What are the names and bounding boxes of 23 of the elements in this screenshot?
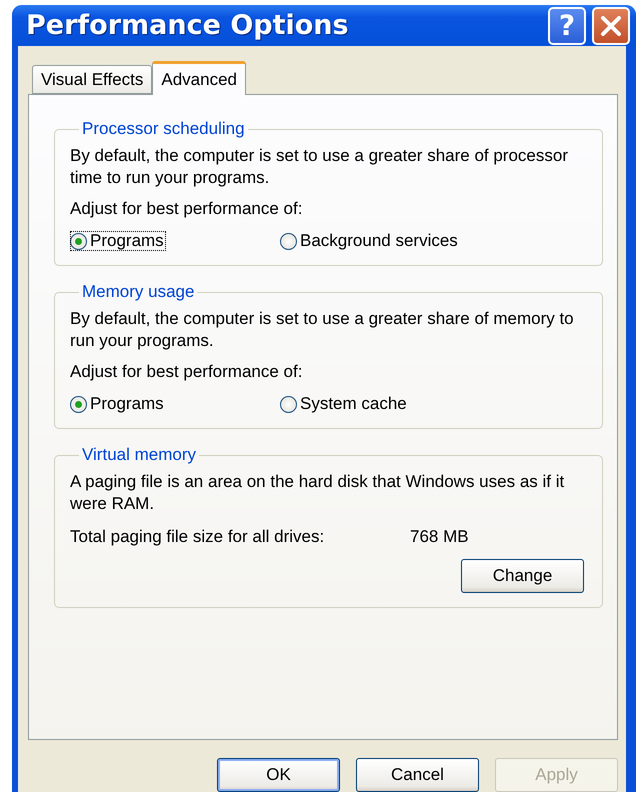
info-label: Total paging file size for all drives:: [70, 527, 326, 547]
group-title: Virtual memory: [81, 445, 197, 465]
radio-option[interactable]: Background services: [280, 231, 460, 251]
close-icon: [599, 14, 623, 38]
radio-option[interactable]: Programs: [70, 231, 166, 251]
change-button[interactable]: Change: [461, 559, 584, 593]
prompt-label: Adjust for best performance of:: [70, 362, 304, 382]
description-text: By default, the computer is set to use a greater share of memory to run your programs.: [70, 308, 575, 352]
radio-option[interactable]: Programs: [70, 394, 166, 414]
radio-option[interactable]: System cache: [280, 394, 409, 414]
close-button[interactable]: [592, 6, 630, 44]
prompt-label: Adjust for best performance of:: [70, 199, 304, 219]
help-button[interactable]: ?: [548, 6, 586, 44]
group-title: Processor scheduling: [81, 119, 246, 139]
dialog-button[interactable]: Cancel: [356, 758, 479, 792]
description-text: A paging file is an area on the hard disk that Windows uses as if it were RAM.: [70, 471, 566, 515]
window-title: Performance Options: [26, 10, 350, 41]
group-title: Memory usage: [81, 282, 196, 302]
dialog-button[interactable]: OK: [217, 758, 340, 792]
info-value: 768 MB: [410, 527, 469, 547]
tab[interactable]: Advanced: [152, 61, 246, 95]
description-text: By default, the computer is set to use a greater share of processor time to run your programs.: [70, 145, 569, 189]
tab[interactable]: Visual Effects: [32, 65, 152, 94]
